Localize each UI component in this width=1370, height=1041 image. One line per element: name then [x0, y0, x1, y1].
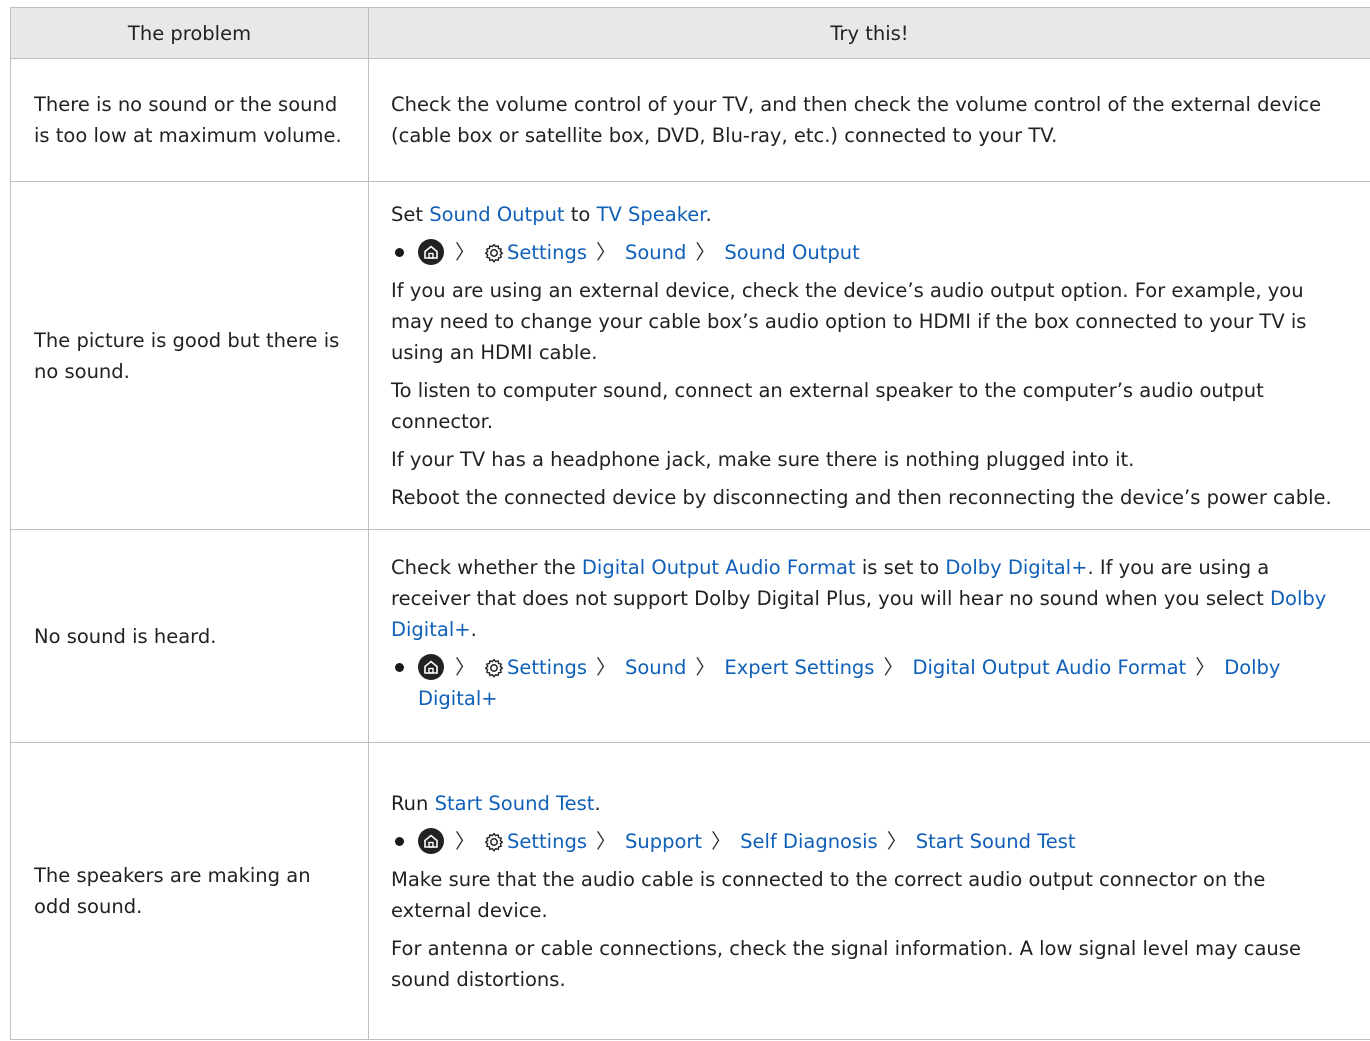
menu-path: 〉 Settings 〉 Support 〉 Self Diagnosis 〉 Start S…: [391, 826, 1350, 857]
bullet-icon: [395, 662, 404, 672]
chevron-right-icon: 〉: [595, 239, 616, 264]
sound-link[interactable]: Sound: [625, 241, 686, 264]
table-row: The picture is good but there is no soun…: [10, 181, 1370, 530]
chevron-right-icon: 〉: [595, 654, 616, 679]
self-diagnosis-link[interactable]: Self Diagnosis: [740, 830, 878, 853]
home-icon[interactable]: [418, 827, 444, 854]
solution-text: Check the volume control of your TV, and…: [391, 93, 1322, 147]
sound-output-path-link[interactable]: Sound Output: [724, 241, 859, 264]
start-sound-test-path-link[interactable]: Start Sound Test: [916, 830, 1076, 853]
table-row: There is no sound or the sound is too lo…: [10, 58, 1370, 182]
gear-icon: [484, 243, 504, 262]
problem-cell: The speakers are making an odd sound.: [10, 742, 369, 1040]
home-icon[interactable]: [418, 653, 444, 680]
set-prefix: Set: [391, 202, 430, 226]
problem-cell: No sound is heard.: [10, 529, 369, 743]
bullet-icon: [395, 247, 404, 257]
dolby-digital-plus-link[interactable]: Dolby Digital+: [945, 556, 1087, 579]
solution-text: Reboot the connected device by disconnec…: [391, 485, 1332, 509]
chevron-right-icon: 〉: [455, 654, 475, 679]
run-instruction: Run Start Sound Test.: [391, 788, 1350, 819]
set-mid: to: [564, 202, 597, 226]
menu-path-items: 〉 Settings 〉 Sound 〉 Sound Output: [418, 237, 1350, 268]
gear-icon: [484, 832, 504, 851]
chevron-right-icon: 〉: [455, 828, 475, 853]
text-segment: Check whether the: [391, 555, 582, 579]
settings-link[interactable]: Settings: [507, 830, 587, 853]
settings-link[interactable]: Settings: [507, 241, 587, 264]
chevron-right-icon: 〉: [886, 828, 907, 853]
chevron-right-icon: 〉: [695, 654, 716, 679]
text-segment: .: [470, 617, 477, 641]
menu-path: 〉 Settings 〉 Sound 〉 Sound Output: [391, 237, 1350, 268]
menu-path-items: 〉 Settings 〉 Support 〉 Self Diagnosis 〉 Start S…: [418, 826, 1350, 857]
menu-path: 〉 Settings 〉 Sound 〉 Expert Settings 〉 Digital …: [391, 652, 1350, 714]
problem-cell: The picture is good but there is no soun…: [10, 181, 369, 530]
troubleshooting-table: The problem Try this! There is no sound …: [10, 7, 1370, 1040]
chevron-right-icon: 〉: [711, 828, 732, 853]
solution-cell: Check the volume control of your TV, and…: [368, 58, 1370, 182]
solution-cell: Run Start Sound Test. 〉 Settings 〉 Support 〉…: [368, 742, 1370, 1040]
digital-output-audio-format-link[interactable]: Digital Output Audio Format: [582, 556, 856, 579]
tv-speaker-link[interactable]: TV Speaker: [597, 203, 706, 226]
digital-output-audio-format-path-link[interactable]: Digital Output Audio Format: [912, 656, 1186, 679]
table-row: No sound is heard. Check whether the Dig…: [10, 529, 1370, 743]
expert-settings-link[interactable]: Expert Settings: [724, 656, 874, 679]
solution-text: If your TV has a headphone jack, make su…: [391, 447, 1135, 471]
chevron-right-icon: 〉: [883, 654, 904, 679]
chevron-right-icon: 〉: [1195, 654, 1216, 679]
run-prefix: Run: [391, 791, 435, 815]
chevron-right-icon: 〉: [595, 828, 616, 853]
text-segment: is set to: [855, 555, 946, 579]
header-try-this: Try this!: [368, 7, 1370, 59]
sound-link[interactable]: Sound: [625, 656, 686, 679]
chevron-right-icon: 〉: [695, 239, 716, 264]
support-link[interactable]: Support: [625, 830, 702, 853]
solution-text: For antenna or cable connections, check …: [391, 936, 1301, 991]
solution-text: To listen to computer sound, connect an …: [391, 378, 1264, 433]
header-problem: The problem: [10, 7, 369, 59]
table-header-row: The problem Try this!: [10, 7, 1370, 59]
set-instruction: Set Sound Output to TV Speaker.: [391, 199, 1350, 230]
table-row: The speakers are making an odd sound. Ru…: [10, 742, 1370, 1040]
settings-link[interactable]: Settings: [507, 656, 587, 679]
menu-path-items: 〉 Settings 〉 Sound 〉 Expert Settings 〉 Digital …: [418, 652, 1350, 714]
sound-output-link[interactable]: Sound Output: [429, 203, 564, 226]
set-suffix: .: [705, 202, 712, 226]
gear-icon: [484, 658, 504, 677]
chevron-right-icon: 〉: [455, 239, 475, 264]
run-suffix: .: [594, 791, 601, 815]
home-icon[interactable]: [418, 238, 444, 265]
bullet-icon: [395, 836, 404, 846]
solution-text: If you are using an external device, che…: [391, 278, 1307, 364]
problem-cell: There is no sound or the sound is too lo…: [10, 58, 369, 182]
solution-cell: Check whether the Digital Output Audio F…: [368, 529, 1370, 743]
solution-cell: Set Sound Output to TV Speaker. 〉 Setting…: [368, 181, 1370, 530]
solution-text: Make sure that the audio cable is connec…: [391, 867, 1266, 922]
start-sound-test-link[interactable]: Start Sound Test: [435, 792, 595, 815]
solution-text: Check whether the Digital Output Audio F…: [391, 552, 1350, 645]
